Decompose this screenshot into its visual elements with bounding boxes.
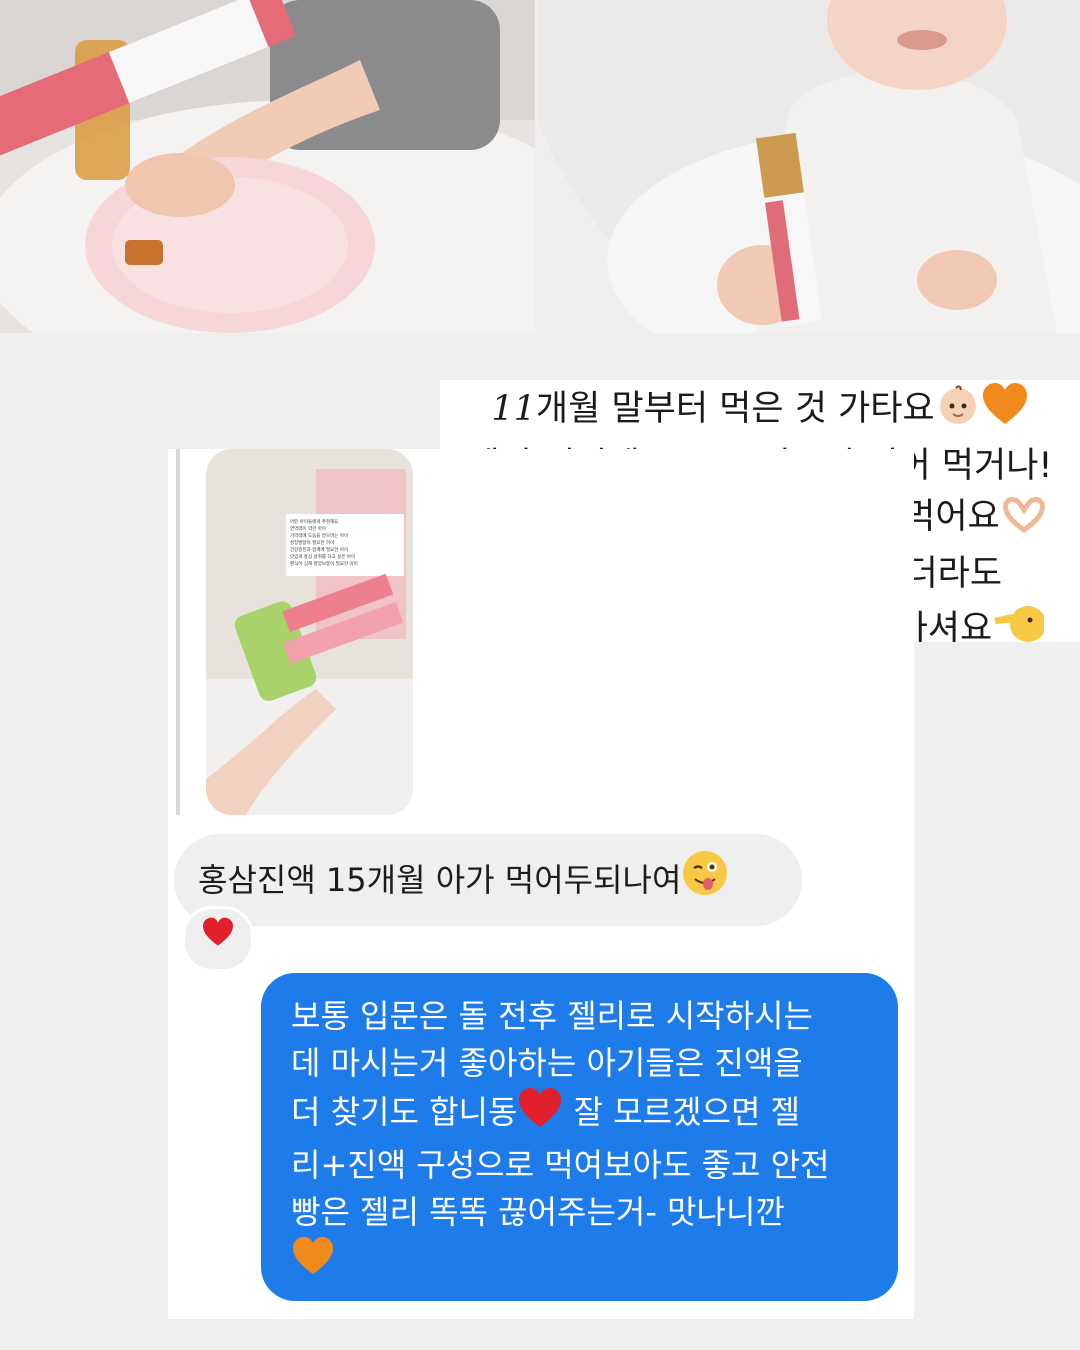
outgoing-line-part: 잘 모르겠으면 젤	[563, 1093, 801, 1131]
caption-month-number: 11	[491, 389, 536, 429]
photo-baby-stick	[537, 0, 1080, 333]
winking-tongue-icon	[681, 840, 729, 932]
orange-heart-icon	[981, 382, 1029, 441]
photo-child-plate	[0, 0, 535, 333]
story-card-line: 어떤 아이들에게 추천해요	[290, 518, 338, 525]
story-card-line: 건강증진과 함께에 필요한 아이	[290, 546, 348, 553]
pointing-face-icon	[992, 600, 1047, 642]
chat-panel: 어떤 아이들에게 추천해요 면역력이 약한 아이 기억력에 도움을 받으려는 아…	[168, 449, 914, 1319]
outgoing-message-bubble[interactable]: 보통 입문은 돌 전후 젤리로 시작하시는 데 마시는거 좋아하는 아기들은 진…	[261, 973, 898, 1301]
caption-line-1: 11개월 말부터 먹은 것 가타요	[440, 382, 1080, 441]
story-reply-bar	[176, 449, 180, 815]
story-card-line: 편식이 심해 영양보충이 필요한 아이	[290, 560, 358, 567]
outgoing-line: 리+진액 구성으로 먹여보아도 좋고 안전	[291, 1146, 830, 1184]
outgoing-line-part: 더 찾기도 합니동	[291, 1093, 518, 1131]
baby-emoji-icon	[935, 384, 981, 441]
story-card-line: 맛있게 홍삼 섭취를 하고 싶은 아이	[290, 553, 355, 560]
story-thumbnail[interactable]: 어떤 아이들에게 추천해요 면역력이 약한 아이 기억력에 도움을 받으려는 아…	[206, 449, 413, 815]
outgoing-line	[291, 1236, 878, 1289]
caption-line-1-text: 개월 말부터 먹은 것 가타요	[535, 389, 935, 429]
story-card-line: 기억력에 도움을 받으려는 아이	[290, 532, 348, 539]
outgoing-line: 데 마시는거 좋아하는 아기들은 진액을	[291, 1044, 803, 1082]
outgoing-line: 빵은 젤리 똑똑 끊어주는거- 맛나니깐	[291, 1193, 785, 1231]
red-heart-icon	[517, 1087, 563, 1142]
story-card-line: 성장발달이 필요한 아이	[290, 539, 334, 546]
message-reaction[interactable]	[182, 906, 254, 972]
incoming-message-bubble[interactable]: 홍삼진액 15개월 아가 먹어두되나여	[174, 834, 802, 926]
red-heart-icon	[203, 917, 233, 946]
incoming-message-text: 홍삼진액 15개월 아가 먹어두되나여	[198, 861, 682, 899]
story-card-line: 면역력이 약한 아이	[290, 525, 326, 532]
story-image: 어떤 아이들에게 추천해요 면역력이 약한 아이 기억력에 도움을 받으려는 아…	[206, 449, 413, 815]
outgoing-line: 더 찾기도 합니동 잘 모르겠으면 젤	[291, 1087, 878, 1142]
orange-heart-icon	[291, 1236, 335, 1289]
heart-hands-icon	[1000, 494, 1048, 549]
outgoing-line: 보통 입문은 돌 전후 젤리로 시작하시는	[291, 997, 813, 1035]
